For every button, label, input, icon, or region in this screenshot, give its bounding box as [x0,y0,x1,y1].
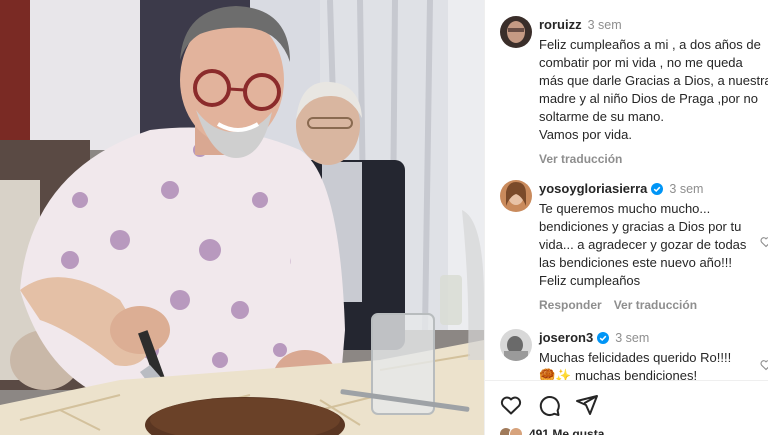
comment-line: Muchas felicidades querido Ro!!!! [539,350,732,365]
avatar[interactable] [500,16,532,48]
comment-line: las bendiciones este nuevo año!!! [539,255,732,270]
comment-username[interactable]: joseron3 [539,329,593,347]
comment-list[interactable]: roruizz 3 sem Feliz cumpleaños a mi , a … [485,0,768,380]
comment-line: madre y al niño Dios de Praga ,por no [539,91,758,106]
comment-line: Te queremos mucho mucho... [539,201,711,216]
reply-link[interactable]: Responder [539,296,602,314]
comment-time: 3 sem [615,331,650,345]
see-translation-link[interactable]: Ver traducción [539,150,622,168]
comment-line: vida... a agradecer y gozar de todas [539,237,747,252]
comment-line: 🥮✨ muchas bendiciones! [539,368,698,380]
likes-count[interactable]: 491 Me gusta [529,427,604,435]
see-translation-link[interactable]: Ver traducción [614,296,697,314]
comment-time: 3 sem [587,18,622,32]
verified-icon [651,183,664,195]
post-action-bar: 491 Me gusta [485,380,768,435]
comment-time: 3 sem [669,182,704,196]
comment-line: Feliz cumpleaños [539,273,641,288]
comment-text: Te queremos mucho mucho... bendiciones y… [539,200,768,290]
comment-username[interactable]: yosoygloriasierra [539,180,647,198]
likes-summary[interactable]: 491 Me gusta [499,427,604,435]
avatar[interactable] [500,329,532,361]
comment-line: Vamos por vida. [539,127,632,142]
comment-text: Muchas felicidades querido Ro!!!! 🥮✨ muc… [539,349,768,380]
post-photo[interactable] [0,0,484,435]
instagram-post: roruizz 3 sem Feliz cumpleaños a mi , a … [0,0,768,435]
comment-line: Feliz cumpleaños a mi , a dos años de [539,37,761,52]
avatar [509,427,523,435]
comment-username[interactable]: roruizz [539,16,582,34]
comment-icon[interactable] [537,393,561,417]
verified-icon [597,332,610,344]
comment-line: combatir por mi vida , no me queda [539,55,743,70]
heart-icon[interactable] [760,359,768,371]
comment-line: más que darle Gracias a Dios, a nuestra [539,73,768,88]
share-icon[interactable] [575,393,599,417]
avatar[interactable] [500,180,532,212]
heart-icon[interactable] [760,236,768,248]
comment-line: bendiciones y gracias a Dios por tu [539,219,742,234]
heart-icon[interactable] [499,393,523,417]
comment-line: soltarme de su mano. [539,109,665,124]
birthday-photo-image [0,0,484,435]
comment-text: Feliz cumpleaños a mi , a dos años de co… [539,36,768,144]
comments-panel: roruizz 3 sem Feliz cumpleaños a mi , a … [484,0,768,435]
